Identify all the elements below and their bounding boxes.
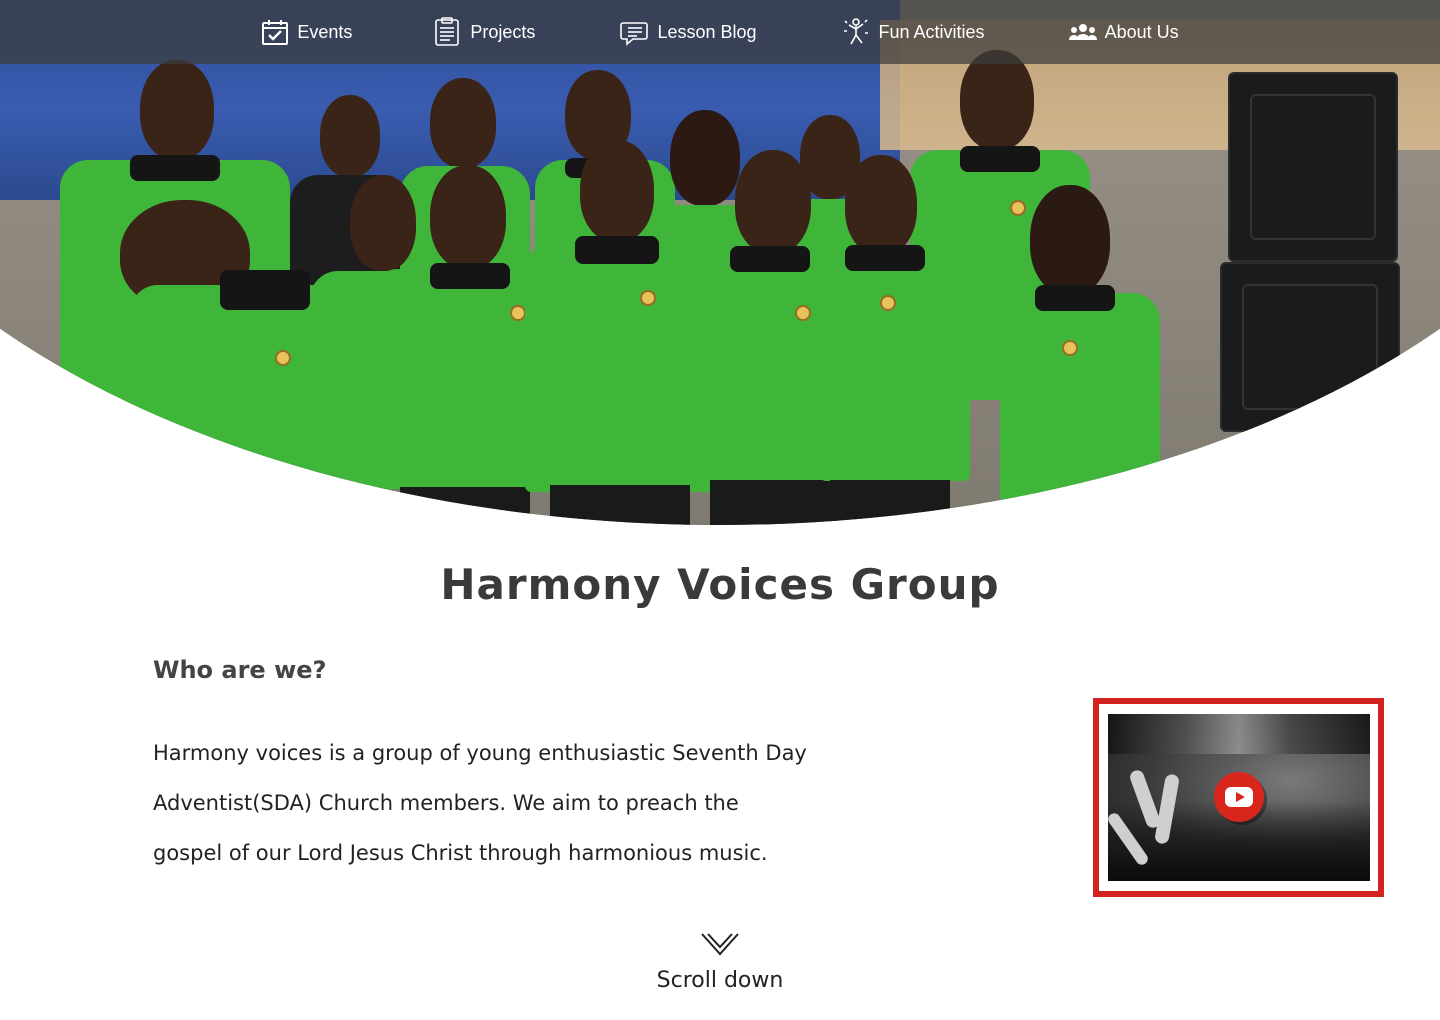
section-heading: Who are we? bbox=[153, 656, 327, 684]
page-title: Harmony Voices Group bbox=[440, 560, 1000, 609]
nav-item-events[interactable]: Events bbox=[261, 0, 352, 64]
chat-bubble-icon bbox=[619, 17, 649, 47]
nav-label: Projects bbox=[470, 21, 536, 42]
nav-item-projects[interactable]: Projects bbox=[432, 0, 535, 64]
youtube-play-icon[interactable] bbox=[1214, 772, 1264, 822]
dancing-person-icon bbox=[841, 17, 871, 47]
scroll-down-button[interactable]: Scroll down bbox=[620, 930, 820, 993]
people-group-icon bbox=[1068, 22, 1097, 42]
group-photo bbox=[0, 0, 1440, 525]
video-thumbnail[interactable] bbox=[1108, 714, 1370, 881]
clipboard-list-icon bbox=[432, 17, 462, 47]
nav-item-about-us[interactable]: About Us bbox=[1068, 0, 1179, 64]
hero-image bbox=[0, 0, 1440, 525]
nav-label: Lesson Blog bbox=[657, 21, 757, 42]
speaker bbox=[1228, 72, 1398, 262]
nav-item-fun-activities[interactable]: Fun Activities bbox=[841, 0, 985, 64]
scroll-down-label: Scroll down bbox=[656, 968, 784, 993]
nav-item-lesson-blog[interactable]: Lesson Blog bbox=[619, 0, 757, 64]
hero-oval-mask bbox=[0, 0, 1440, 525]
nav-label: Events bbox=[297, 21, 353, 42]
top-nav: Events Projects Lesson Blog Fun Activiti… bbox=[0, 0, 1440, 64]
calendar-check-icon bbox=[261, 18, 289, 46]
nav-label: About Us bbox=[1104, 21, 1179, 42]
chevron-down-icon bbox=[620, 930, 820, 958]
speaker bbox=[1220, 262, 1400, 432]
nav-label: Fun Activities bbox=[878, 21, 985, 42]
video-embed[interactable] bbox=[1093, 698, 1384, 897]
about-description: Harmony voices is a group of young enthu… bbox=[153, 741, 807, 865]
